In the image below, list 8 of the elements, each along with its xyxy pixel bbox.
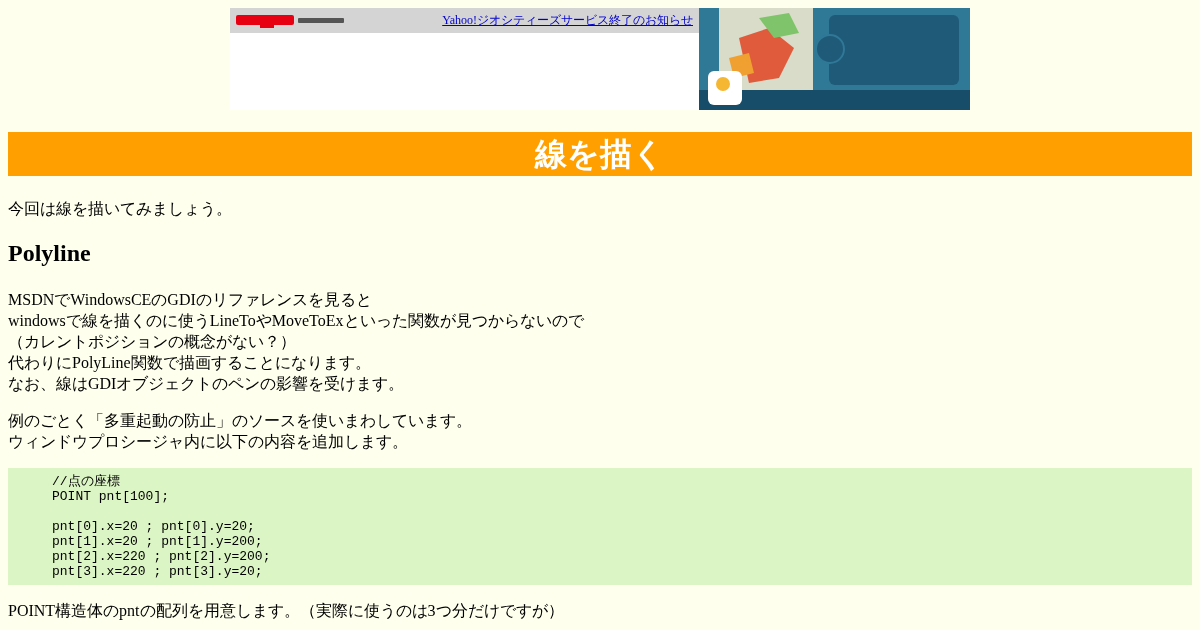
paragraph: MSDNでWindowsCEのGDIのリファレンスを見ると windowsで線を描くのに使うLineToやMoveToExといった関数が見つからないので （カレントポジションの概念がない？） 代わりにPolyLine関数で描画することになります。 なお、線はGDIオブジェクトのペンの影響を受けます。 xyxy=(8,290,585,394)
paragraph: POINT構造体のpntの配列を用意します。（実際に使うのは3つ分だけですが） xyxy=(8,601,565,621)
page-title: 線を描く xyxy=(8,132,1192,176)
logo-icon xyxy=(236,12,346,29)
section-heading: Polyline xyxy=(8,239,92,267)
code-block: //点の座標 POINT pnt[100]; pnt[0].x=20 ; pnt[0].y=20; pnt[1].x=20 ; pnt[1].y=200; pnt[2].x=220 ; pnt[2].y=200; pnt[3].x=220 ; pnt[3].y=20; xyxy=(8,468,1192,585)
paragraph: 例のごとく「多重起動の防止」のソースを使いまわしています。 ウィンドウプロシージャ内に以下の内容を追加します。 xyxy=(8,411,473,452)
intro-text: 今回は線を描いてみましょう。 xyxy=(8,199,233,219)
